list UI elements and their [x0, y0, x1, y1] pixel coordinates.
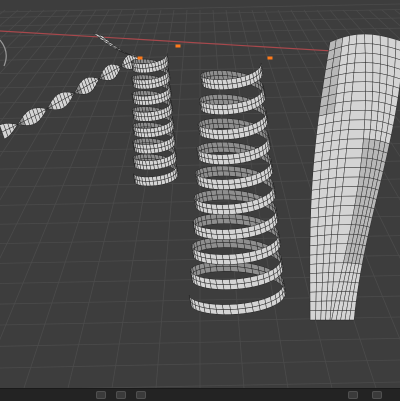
view-button[interactable] [372, 391, 382, 399]
selected-vertex [175, 44, 181, 48]
selected-vertex [267, 56, 273, 60]
selected-vertex [137, 56, 143, 60]
mode-button[interactable] [96, 391, 106, 399]
tight-ribbon-helix[interactable] [130, 53, 179, 187]
status-bar [0, 388, 400, 401]
stats-button[interactable] [348, 391, 358, 399]
box-button[interactable] [136, 391, 146, 399]
3d-viewport[interactable] [0, 0, 400, 388]
loose-ribbon-helix[interactable] [188, 62, 286, 315]
viewport-canvas[interactable] [0, 0, 400, 388]
select-button[interactable] [116, 391, 126, 399]
